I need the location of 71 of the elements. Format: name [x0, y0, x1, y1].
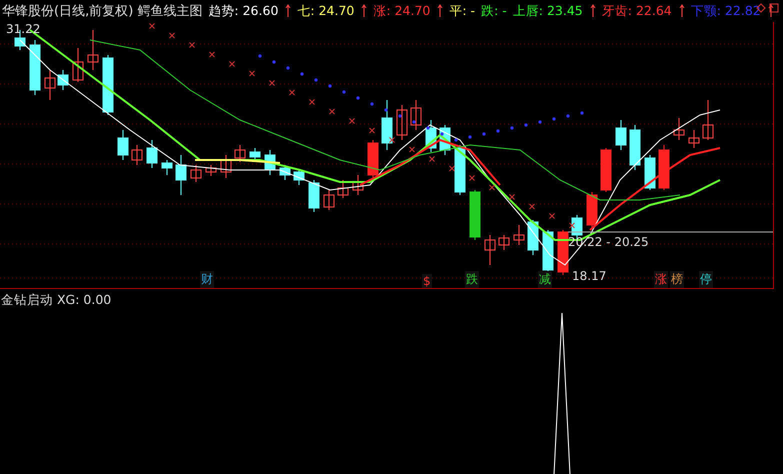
- up-arrow-icon: [678, 4, 685, 18]
- candlestick: [176, 154, 186, 196]
- up-arrow-icon: [361, 4, 368, 18]
- candlestick: [190, 164, 202, 182]
- event-tag: 财: [200, 271, 214, 288]
- candlestick: [58, 70, 68, 90]
- legend-value: 牙齿: 22.64: [602, 2, 672, 20]
- candlestick: [324, 190, 334, 210]
- candlestick: [102, 54, 114, 116]
- candlestick: [206, 164, 216, 176]
- candlestick: [308, 180, 320, 212]
- maximize-icon[interactable]: [769, 3, 779, 13]
- candlestick: [162, 160, 172, 176]
- candlestick: [132, 144, 142, 166]
- event-tag: 停: [699, 271, 713, 288]
- legend-value: 涨: 24.70: [373, 2, 430, 20]
- candlestick: [234, 144, 246, 162]
- candlestick: [264, 150, 276, 176]
- candlestick: [382, 100, 392, 150]
- candlestick: [280, 164, 290, 180]
- candlestick: [220, 154, 232, 178]
- candlestick: [688, 130, 700, 148]
- candlestick: [396, 104, 408, 140]
- up-arrow-icon: [768, 4, 774, 18]
- legend-value: 跌: -: [481, 2, 507, 20]
- candlestick: [88, 30, 98, 70]
- candlestick: [644, 154, 656, 190]
- up-arrow-icon: [590, 4, 596, 18]
- candlestick: [528, 220, 538, 256]
- candlestick: [600, 148, 612, 192]
- legend-value: 上唇: 23.45: [512, 2, 583, 20]
- candlestick: [250, 148, 260, 160]
- candlestick: [118, 130, 128, 160]
- high-price-label: 31.22: [6, 22, 40, 36]
- legend-value: 下颚: 22.82: [690, 2, 761, 20]
- candlestick: [702, 100, 714, 140]
- chart-title: 华锋股份(日线,前复权) 鳄鱼线主图: [2, 3, 202, 20]
- up-arrow-icon: [285, 4, 292, 18]
- candlestick: [470, 190, 480, 240]
- event-tag: $: [422, 274, 432, 288]
- candlestick: [558, 230, 568, 276]
- low-price-label: 18.17: [572, 269, 606, 283]
- indicator-title: 金钻启动 XG: 0.00: [1, 292, 112, 309]
- candlestick: [542, 230, 554, 272]
- candlestick: [630, 124, 640, 170]
- candlestick: [674, 118, 684, 140]
- candlestick: [72, 48, 84, 82]
- candlestick: [498, 234, 510, 250]
- candlestick: [658, 144, 670, 190]
- candlestick: [426, 120, 436, 152]
- candlestick: [338, 180, 348, 198]
- legend-value: 趋势: 26.60: [208, 2, 278, 20]
- candlestick: [616, 120, 626, 150]
- event-tag: 涨: [654, 271, 668, 288]
- legend-value: 平: -: [449, 2, 476, 20]
- candlestick: [368, 140, 378, 178]
- candlestick: [146, 140, 158, 168]
- candlestick: [586, 192, 598, 228]
- event-tag: 榜: [670, 271, 684, 288]
- candlestick: [294, 170, 304, 186]
- candlestick: [454, 144, 466, 196]
- candlestick: [44, 70, 56, 100]
- event-tag: 减: [538, 271, 552, 288]
- event-tag: 跌: [465, 271, 479, 288]
- legend-value: 七: 24.70: [297, 2, 354, 20]
- candlestick: [352, 174, 364, 196]
- candlestick: [30, 40, 40, 96]
- candlestick: [514, 224, 524, 246]
- candlestick: [484, 234, 496, 266]
- up-arrow-icon: [437, 4, 444, 18]
- candlestick: [410, 100, 422, 130]
